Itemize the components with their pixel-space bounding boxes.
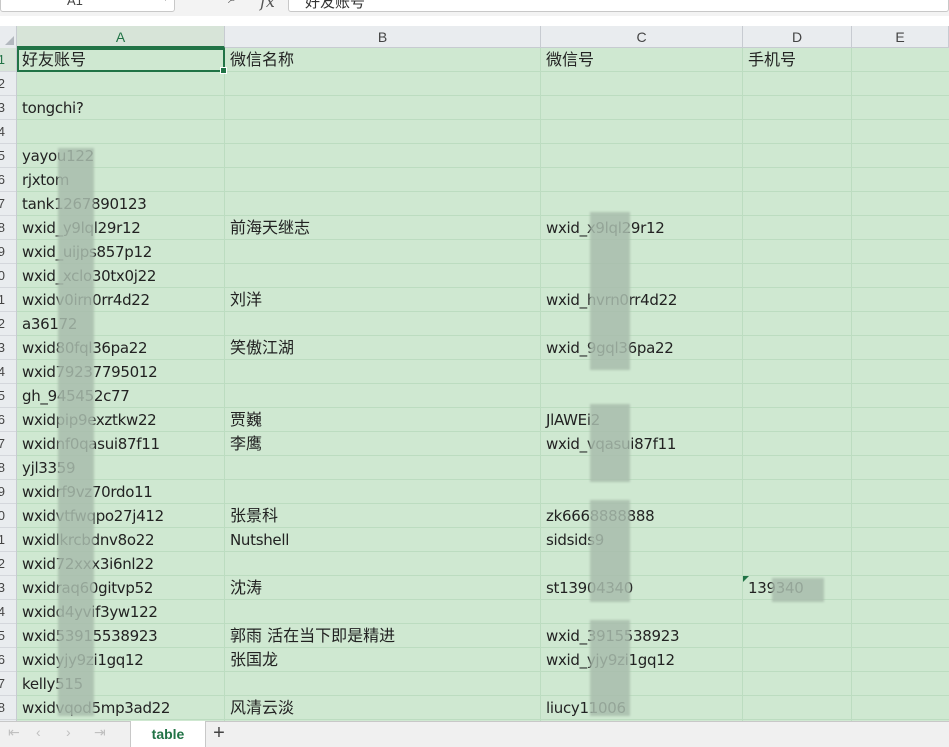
fx-icon[interactable]: fx: [260, 0, 275, 11]
column-header-c[interactable]: C: [541, 26, 743, 48]
cell[interactable]: 沈涛: [225, 576, 262, 600]
row-header[interactable]: 8: [0, 216, 16, 240]
spreadsheet-grid: ABCDE 1234567891011121314151617181920212…: [0, 26, 949, 721]
column-header-a[interactable]: A: [17, 26, 225, 48]
cell-area[interactable]: 好友账号微信名称微信号手机号tongchi?yayou122rjxtomtank…: [17, 48, 949, 721]
row-header[interactable]: 6: [0, 168, 16, 192]
row-gridline: [17, 95, 949, 96]
row-header[interactable]: 3: [0, 96, 16, 120]
row-gridline: [17, 407, 949, 408]
row-header[interactable]: 26: [0, 648, 16, 672]
row-gridline: [17, 551, 949, 552]
row-gridline: [17, 263, 949, 264]
column-header-d[interactable]: D: [743, 26, 852, 48]
row-gridline: [17, 335, 949, 336]
row-header[interactable]: 24: [0, 600, 16, 624]
row-gridline: [17, 167, 949, 168]
privacy-blur: [590, 620, 630, 716]
row-gridline: [17, 239, 949, 240]
row-gridline: [17, 287, 949, 288]
row-header[interactable]: 17: [0, 432, 16, 456]
cell[interactable]: 张国龙: [225, 648, 278, 672]
row-header[interactable]: 21: [0, 528, 16, 552]
formula-input[interactable]: 好友账号: [288, 0, 949, 12]
cell[interactable]: 贾巍: [225, 408, 262, 432]
formula-bar: A1 ▾ ⌕ fx 好友账号: [0, 0, 949, 16]
cell[interactable]: 郭雨 活在当下即是精进: [225, 624, 395, 648]
cell[interactable]: Nutshell: [225, 528, 289, 552]
row-header[interactable]: 10: [0, 264, 16, 288]
cell[interactable]: 李鹰: [225, 432, 262, 456]
chevron-down-icon[interactable]: ▾: [163, 0, 168, 4]
prev-sheet-icon[interactable]: ‹: [36, 724, 41, 740]
row-gridline: [17, 143, 949, 144]
row-header-bar: 1234567891011121314151617181920212223242…: [0, 48, 17, 721]
row-header[interactable]: 19: [0, 480, 16, 504]
name-box-value: A1: [67, 0, 83, 8]
sheet-tab-table[interactable]: table: [130, 721, 206, 747]
row-header[interactable]: 23: [0, 576, 16, 600]
column-gridline: [742, 48, 743, 721]
column-gridline: [851, 48, 852, 721]
column-gridline: [224, 48, 225, 721]
privacy-blur: [590, 500, 630, 602]
row-header[interactable]: 18: [0, 456, 16, 480]
row-header[interactable]: 15: [0, 384, 16, 408]
row-gridline: [17, 119, 949, 120]
sheet-tab-bar: ⇤ ‹ › ⇥ table +: [0, 721, 949, 747]
cell[interactable]: 微信名称: [225, 48, 294, 72]
cell[interactable]: 风清云淡: [225, 696, 294, 720]
column-header-b[interactable]: B: [225, 26, 541, 48]
row-header[interactable]: 12: [0, 312, 16, 336]
privacy-blur: [590, 212, 630, 370]
add-sheet-button[interactable]: +: [207, 721, 231, 747]
row-header[interactable]: 22: [0, 552, 16, 576]
cell[interactable]: tongchi?: [17, 96, 84, 120]
row-header[interactable]: 2: [0, 72, 16, 96]
name-box[interactable]: A1 ▾: [0, 0, 175, 12]
row-header[interactable]: 27: [0, 672, 16, 696]
comment-indicator-icon: [743, 576, 749, 582]
cell[interactable]: 手机号: [743, 48, 796, 72]
row-header[interactable]: 16: [0, 408, 16, 432]
row-header[interactable]: 5: [0, 144, 16, 168]
row-header[interactable]: 20: [0, 504, 16, 528]
column-header-bar: ABCDE: [0, 26, 949, 48]
active-cell-cursor: [17, 48, 227, 74]
row-header[interactable]: 11: [0, 288, 16, 312]
row-header[interactable]: 25: [0, 624, 16, 648]
row-header[interactable]: 4: [0, 120, 16, 144]
row-header[interactable]: 1: [0, 48, 16, 72]
row-gridline: [17, 479, 949, 480]
first-sheet-icon[interactable]: ⇤: [8, 724, 20, 741]
row-header[interactable]: 9: [0, 240, 16, 264]
cell[interactable]: 微信号: [541, 48, 594, 72]
row-gridline: [17, 575, 949, 576]
row-gridline: [17, 671, 949, 672]
privacy-blur: [772, 578, 824, 602]
row-header[interactable]: 14: [0, 360, 16, 384]
privacy-blur: [590, 404, 630, 482]
privacy-blur: [58, 148, 94, 716]
last-sheet-icon[interactable]: ⇥: [94, 724, 106, 741]
row-header[interactable]: 28: [0, 696, 16, 720]
column-header-e[interactable]: E: [852, 26, 949, 48]
cell[interactable]: 前海天继志: [225, 216, 310, 240]
next-sheet-icon[interactable]: ›: [66, 724, 71, 740]
row-gridline: [17, 311, 949, 312]
row-gridline: [17, 215, 949, 216]
column-gridline: [540, 48, 541, 721]
zoom-search-icon[interactable]: ⌕: [228, 0, 237, 8]
row-header[interactable]: 13: [0, 336, 16, 360]
cell[interactable]: 笑傲江湖: [225, 336, 294, 360]
cell[interactable]: 张景科: [225, 504, 278, 528]
row-gridline: [17, 191, 949, 192]
row-header[interactable]: 7: [0, 192, 16, 216]
select-all-corner[interactable]: [0, 26, 17, 48]
cell[interactable]: 刘洋: [225, 288, 262, 312]
